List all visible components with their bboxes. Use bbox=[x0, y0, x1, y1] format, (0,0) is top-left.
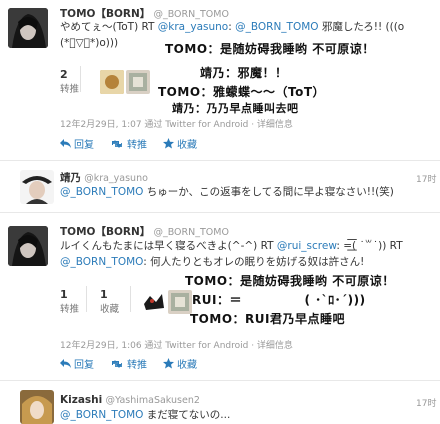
tweet-meta[interactable]: 12年2月29日, 1:06 通过 Twitter for Android · … bbox=[60, 338, 293, 351]
avatar[interactable] bbox=[8, 8, 48, 48]
avatar-image bbox=[20, 390, 54, 424]
tweet-text-segment: ちゅーか、この返事をしてる間に早よ寝なさい!!(笑) bbox=[143, 186, 394, 198]
divider-vertical bbox=[86, 286, 87, 312]
mention-link[interactable]: @kra_yasuno bbox=[158, 21, 228, 33]
mention-link[interactable]: @rui_screw bbox=[277, 240, 336, 252]
reply-label: 回复 bbox=[74, 140, 94, 151]
mention-link[interactable]: @_BORN_TOMO bbox=[60, 409, 143, 421]
reply-icon bbox=[60, 139, 71, 148]
tweet-text-segment: まだ寝てないの... bbox=[143, 409, 231, 421]
retweet-icon bbox=[112, 359, 122, 368]
reply-label: 回复 bbox=[74, 360, 94, 371]
annotation-line: TOMO：RUI君乃早点睡吧 bbox=[190, 312, 345, 326]
annotation-line: 靖乃：乃乃早点睡叫去吧 bbox=[172, 102, 299, 115]
avatar[interactable] bbox=[20, 390, 54, 424]
annotation-line: TOMO：雅蠓蝶～～（ToT） bbox=[158, 85, 326, 99]
favorite-label: 收藏 bbox=[177, 140, 197, 151]
divider bbox=[0, 160, 440, 161]
mention-link[interactable]: @_BORN_TOMO bbox=[235, 21, 318, 33]
favorite-count[interactable]: 1 收藏 bbox=[100, 288, 119, 315]
favorite-count-number: 1 bbox=[100, 288, 108, 301]
retweet-count-label: 转推 bbox=[60, 84, 80, 95]
reply-button[interactable]: 回复 bbox=[60, 356, 94, 371]
tweet-author-handle[interactable]: @kra_yasuno bbox=[84, 173, 148, 184]
divider bbox=[0, 212, 440, 213]
annotation-line: TOMO：是随妨碍我睡哟 不可原谅！ bbox=[185, 274, 395, 288]
divider bbox=[0, 380, 440, 381]
retweeter-avatar-image bbox=[168, 290, 192, 314]
retweeter-avatar-image bbox=[142, 290, 166, 314]
tweet-author-handle[interactable]: @YashimaSakusen2 bbox=[105, 395, 199, 406]
tweet-text: ルイくんもたまには早く寝るべきよ(^-^) RT @rui_screw: =͟͟… bbox=[60, 238, 403, 254]
tweet-text-segment: 邪魔したろ!! (((o bbox=[318, 21, 405, 33]
avatar-image bbox=[20, 170, 54, 204]
retweet-count[interactable]: 2 转推 bbox=[60, 68, 79, 95]
favorite-button[interactable]: 收藏 bbox=[163, 136, 197, 151]
annotation-line: 靖乃：邪魔！！ bbox=[200, 66, 288, 80]
retweeter-avatar-image bbox=[100, 70, 124, 94]
favorite-count-label: 收藏 bbox=[100, 304, 120, 315]
divider-vertical bbox=[80, 66, 81, 92]
mention-link[interactable]: @_BORN_TOMO bbox=[60, 256, 143, 268]
retweeter-avatar[interactable] bbox=[100, 70, 124, 94]
tweet-text: やめてぇ〜(ToT) RT @kra_yasuno: @_BORN_TOMO 邪… bbox=[60, 19, 438, 35]
retweet-label: 转推 bbox=[127, 140, 147, 151]
retweet-count-label: 转推 bbox=[60, 304, 80, 315]
star-icon bbox=[163, 358, 174, 369]
tweet-text-segment: やめてぇ〜(ToT) RT bbox=[60, 21, 158, 33]
tweet-timestamp[interactable]: 17时 bbox=[416, 396, 436, 409]
tweet-author-name[interactable]: Kizashi bbox=[60, 394, 102, 406]
tweet-text-line2: @_BORN_TOMO: 何人たりともオレの眠りを妨げる奴は許さん! bbox=[60, 254, 364, 270]
avatar-image bbox=[8, 8, 48, 48]
tweet-actions: 回复 转推 收藏 bbox=[60, 356, 197, 371]
favorite-button[interactable]: 收藏 bbox=[163, 356, 197, 371]
avatar[interactable] bbox=[8, 226, 48, 266]
reply-icon bbox=[60, 359, 71, 368]
tweet-text-segment: : =͟͟͞͞( ˙꒳˙)) RT bbox=[336, 240, 403, 252]
favorite-label: 收藏 bbox=[177, 360, 197, 371]
retweet-icon bbox=[112, 139, 122, 148]
mention-link[interactable]: @_BORN_TOMO bbox=[60, 186, 143, 198]
tweet-author-name[interactable]: 靖乃 bbox=[60, 172, 81, 184]
retweet-button[interactable]: 转推 bbox=[110, 136, 147, 151]
star-icon bbox=[163, 138, 174, 149]
tweet-author-handle[interactable]: @_BORN_TOMO bbox=[153, 227, 229, 238]
retweet-button[interactable]: 转推 bbox=[110, 356, 147, 371]
tweet-meta[interactable]: 12年2月29日, 1:07 通过 Twitter for Android · … bbox=[60, 117, 293, 130]
annotation-line: TOMO：是随妨碍我睡哟 不可原谅！ bbox=[165, 42, 375, 56]
avatar[interactable] bbox=[20, 170, 54, 204]
retweet-count[interactable]: 1 转推 bbox=[60, 288, 79, 315]
annotation-line: RUI：＝ ( ･`ﾛ･´))) bbox=[192, 293, 366, 307]
retweet-count-number: 1 bbox=[60, 288, 68, 301]
retweeter-avatar[interactable] bbox=[126, 70, 150, 94]
retweet-count-number: 2 bbox=[60, 68, 68, 81]
tweet-author-name[interactable]: TOMO【BORN】 bbox=[60, 226, 150, 238]
tweet-text: @_BORN_TOMO まだ寝てないの... bbox=[60, 407, 230, 423]
retweeter-avatar[interactable] bbox=[168, 290, 192, 314]
retweet-label: 转推 bbox=[127, 360, 147, 371]
avatar-image bbox=[8, 226, 48, 266]
tweet-actions: 回复 转推 收藏 bbox=[60, 136, 197, 151]
tweet-text: @_BORN_TOMO ちゅーか、この返事をしてる間に早よ寝なさい!!(笑) bbox=[60, 184, 394, 200]
retweeter-avatar[interactable] bbox=[142, 290, 166, 314]
divider-vertical bbox=[130, 286, 131, 312]
tweet-text-segment: ルイくんもたまには早く寝るべきよ(^-^) RT bbox=[60, 240, 277, 252]
tweet-text-segment: : 何人たりともオレの眠りを妨げる奴は許さん! bbox=[143, 256, 365, 268]
retweeter-avatar-image bbox=[126, 70, 150, 94]
reply-button[interactable]: 回复 bbox=[60, 136, 94, 151]
tweet-text-line2: (*゚▽゚*)o))) bbox=[60, 37, 119, 49]
tweet-timestamp[interactable]: 17时 bbox=[416, 172, 436, 185]
